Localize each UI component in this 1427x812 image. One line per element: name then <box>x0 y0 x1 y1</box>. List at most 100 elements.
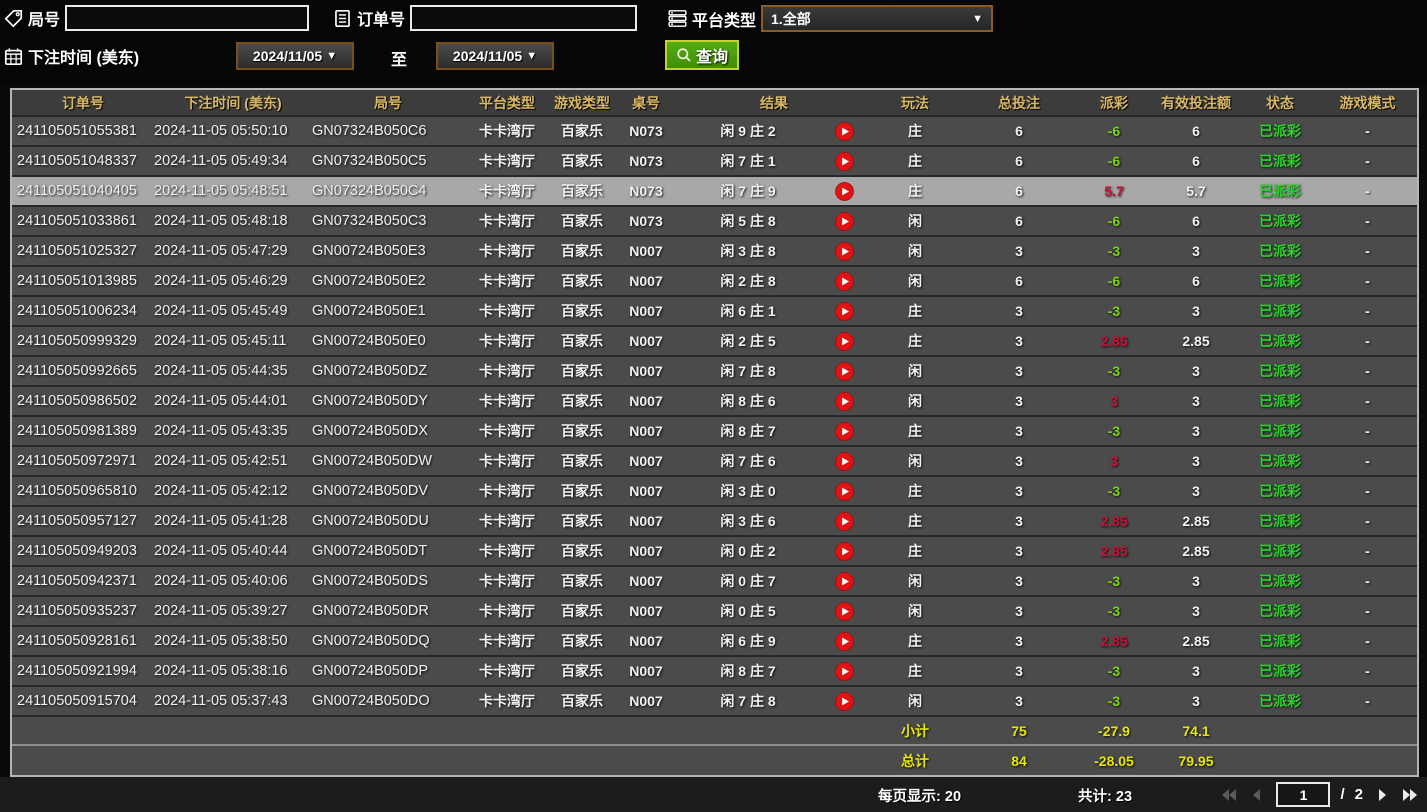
table-no-cell: N007 <box>614 453 678 469</box>
play-cell: 闲 <box>870 691 960 711</box>
table-row[interactable]: 241105051040405 2024-11-05 05:48:51 GN07… <box>12 177 1417 207</box>
order-number-label: 订单号 <box>357 6 405 30</box>
game-type-cell: 百家乐 <box>550 631 614 651</box>
play-video-icon[interactable] <box>835 512 854 531</box>
replay-cell <box>818 392 870 411</box>
round-number-input[interactable] <box>65 5 309 31</box>
table-row[interactable]: 241105051013985 2024-11-05 05:46:29 GN00… <box>12 267 1417 297</box>
payout-cell: 3 <box>1078 393 1150 409</box>
table-row[interactable]: 241105050928161 2024-11-05 05:38:50 GN00… <box>12 627 1417 657</box>
payout-cell: -6 <box>1078 213 1150 229</box>
result-cell: 闲 9 庄 2 <box>678 121 818 141</box>
platform-type-label: 平台类型 <box>692 7 756 31</box>
play-video-icon[interactable] <box>835 572 854 591</box>
replay-cell <box>818 632 870 651</box>
valid-bet-cell: 3 <box>1150 363 1242 379</box>
date-to-picker[interactable]: 2024/11/05 ▼ <box>436 42 554 70</box>
play-video-icon[interactable] <box>835 422 854 441</box>
table-row[interactable]: 241105051025327 2024-11-05 05:47:29 GN00… <box>12 237 1417 267</box>
order-id-cell: 241105051055381 <box>12 123 154 139</box>
play-video-icon[interactable] <box>835 362 854 381</box>
order-id-cell: 241105051033861 <box>12 213 154 229</box>
next-page-button[interactable] <box>1373 786 1391 804</box>
date-from-picker[interactable]: 2024/11/05 ▼ <box>236 42 354 70</box>
bet-time-cell: 2024-11-05 05:48:18 <box>154 213 312 229</box>
play-cell: 闲 <box>870 361 960 381</box>
table-row[interactable]: 241105050921994 2024-11-05 05:38:16 GN00… <box>12 657 1417 687</box>
game-mode-cell: - <box>1318 453 1417 469</box>
play-video-icon[interactable] <box>835 602 854 621</box>
payout-cell: 3 <box>1078 453 1150 469</box>
table-row[interactable]: 241105050915704 2024-11-05 05:37:43 GN00… <box>12 687 1417 717</box>
play-video-icon[interactable] <box>835 392 854 411</box>
play-video-icon[interactable] <box>835 452 854 471</box>
result-cell: 闲 8 庄 6 <box>678 391 818 411</box>
payout-cell: 2.85 <box>1078 333 1150 349</box>
payout-cell: -3 <box>1078 573 1150 589</box>
table-row[interactable]: 241105051048337 2024-11-05 05:49:34 GN07… <box>12 147 1417 177</box>
table-row[interactable]: 241105050942371 2024-11-05 05:40:06 GN00… <box>12 567 1417 597</box>
platform-cell: 卡卡湾厅 <box>464 391 550 411</box>
result-cell: 闲 3 庄 6 <box>678 511 818 531</box>
col-header-bet-time: 下注时间 (美东) <box>154 93 312 113</box>
play-video-icon[interactable] <box>835 662 854 681</box>
valid-bet-cell: 2.85 <box>1150 633 1242 649</box>
table-row[interactable]: 241105051006234 2024-11-05 05:45:49 GN00… <box>12 297 1417 327</box>
last-page-button[interactable] <box>1401 786 1419 804</box>
play-video-icon[interactable] <box>835 152 854 171</box>
game-mode-cell: - <box>1318 633 1417 649</box>
table-row[interactable]: 241105051033861 2024-11-05 05:48:18 GN07… <box>12 207 1417 237</box>
date-from-value: 2024/11/05 <box>253 48 322 64</box>
pager: / 2 <box>1220 782 1419 807</box>
table-row[interactable]: 241105050957127 2024-11-05 05:41:28 GN00… <box>12 507 1417 537</box>
table-row[interactable]: 241105050935237 2024-11-05 05:39:27 GN00… <box>12 597 1417 627</box>
table-row[interactable]: 241105050981389 2024-11-05 05:43:35 GN00… <box>12 417 1417 447</box>
table-row[interactable]: 241105050972971 2024-11-05 05:42:51 GN00… <box>12 447 1417 477</box>
play-cell: 庄 <box>870 181 960 201</box>
platform-type-select[interactable]: 1.全部 ▼ <box>761 5 993 32</box>
play-video-icon[interactable] <box>835 632 854 651</box>
replay-cell <box>818 482 870 501</box>
previous-page-button[interactable] <box>1248 786 1266 804</box>
round-id-cell: GN07324B050C4 <box>312 183 464 199</box>
play-video-icon[interactable] <box>835 302 854 321</box>
page-number-input[interactable] <box>1276 782 1330 807</box>
search-button[interactable]: 查询 <box>665 40 739 70</box>
valid-bet-cell: 5.7 <box>1150 183 1242 199</box>
chevron-down-icon: ▼ <box>972 13 983 25</box>
play-cell: 庄 <box>870 661 960 681</box>
first-page-button[interactable] <box>1220 786 1238 804</box>
table-row[interactable]: 241105050992665 2024-11-05 05:44:35 GN00… <box>12 357 1417 387</box>
play-video-icon[interactable] <box>835 182 854 201</box>
play-video-icon[interactable] <box>835 242 854 261</box>
play-video-icon[interactable] <box>835 212 854 231</box>
play-video-icon[interactable] <box>835 692 854 711</box>
table-row[interactable]: 241105050965810 2024-11-05 05:42:12 GN00… <box>12 477 1417 507</box>
replay-cell <box>818 452 870 471</box>
play-video-icon[interactable] <box>835 542 854 561</box>
play-video-icon[interactable] <box>835 272 854 291</box>
order-id-cell: 241105050972971 <box>12 453 154 469</box>
payout-cell: -3 <box>1078 243 1150 259</box>
order-number-input[interactable] <box>410 5 637 31</box>
play-cell: 庄 <box>870 331 960 351</box>
play-video-icon[interactable] <box>835 122 854 141</box>
game-mode-cell: - <box>1318 183 1417 199</box>
round-id-cell: GN00724B050DS <box>312 573 464 589</box>
bet-time-label: 下注时间 (美东) <box>28 44 139 68</box>
platform-cell: 卡卡湾厅 <box>464 181 550 201</box>
play-cell: 闲 <box>870 601 960 621</box>
status-cell: 已派彩 <box>1242 571 1318 591</box>
round-id-cell: GN00724B050DX <box>312 423 464 439</box>
play-video-icon[interactable] <box>835 332 854 351</box>
server-stack-icon <box>668 9 687 28</box>
table-row[interactable]: 241105050999329 2024-11-05 05:45:11 GN00… <box>12 327 1417 357</box>
play-video-icon[interactable] <box>835 482 854 501</box>
table-row[interactable]: 241105050949203 2024-11-05 05:40:44 GN00… <box>12 537 1417 567</box>
table-row[interactable]: 241105050986502 2024-11-05 05:44:01 GN00… <box>12 387 1417 417</box>
total-bet-cell: 6 <box>960 153 1078 169</box>
table-row[interactable]: 241105051055381 2024-11-05 05:50:10 GN07… <box>12 117 1417 147</box>
bet-time-cell: 2024-11-05 05:38:50 <box>154 633 312 649</box>
game-mode-cell: - <box>1318 273 1417 289</box>
grand-total-label: 总计 <box>870 751 960 771</box>
